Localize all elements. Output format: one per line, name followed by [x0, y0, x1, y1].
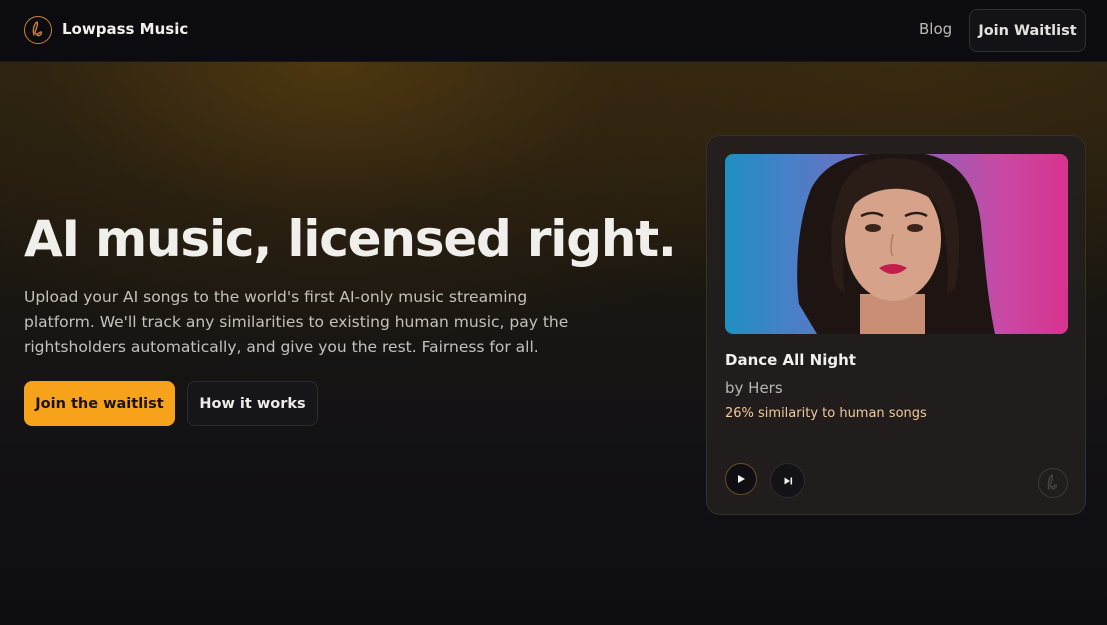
lowpass-logo-icon[interactable] — [24, 16, 52, 44]
skip-next-button[interactable] — [770, 463, 805, 498]
top-navigation-bar: Lowpass Music Blog Join Waitlist — [0, 0, 1107, 62]
how-it-works-button[interactable]: How it works — [187, 381, 318, 426]
hero-headline: AI music, licensed right. — [24, 210, 677, 268]
join-waitlist-nav-button[interactable]: Join Waitlist — [969, 9, 1086, 52]
play-button[interactable] — [725, 463, 757, 495]
brand-name[interactable]: Lowpass Music — [62, 20, 188, 38]
play-icon — [738, 475, 745, 483]
hero-description: Upload your AI songs to the world's firs… — [24, 288, 569, 356]
song-player-card: Dance All Night by Hers 26% similarity t… — [706, 135, 1086, 515]
nav-link-blog[interactable]: Blog — [919, 20, 952, 38]
lowpass-logo-icon — [1038, 468, 1068, 498]
skip-next-icon — [784, 477, 792, 484]
track-title[interactable]: Dance All Night — [725, 351, 856, 369]
track-artist[interactable]: by Hers — [725, 379, 783, 397]
similarity-score: 26% similarity to human songs — [725, 406, 927, 421]
album-cover-image — [725, 154, 1068, 334]
join-waitlist-button[interactable]: Join the waitlist — [24, 381, 175, 426]
